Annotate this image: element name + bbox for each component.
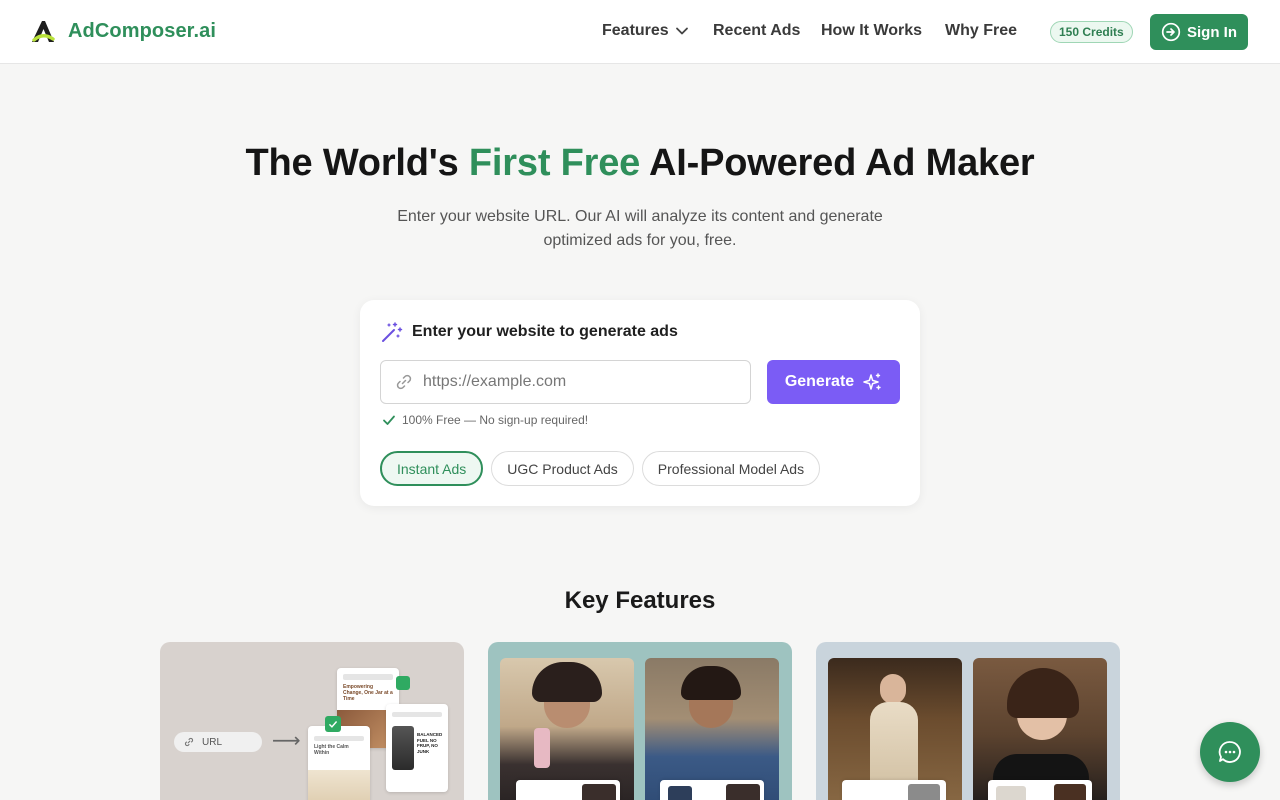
ugc-thumb-bar-1 (516, 780, 620, 800)
sparkles-icon (863, 373, 881, 390)
ad-preview-3: BALANCED FUEL NO FRUP, NO JUNK (386, 704, 448, 792)
ad-preview-2-photo (308, 770, 370, 800)
model-photo-gown (828, 658, 962, 800)
sign-in-label: Sign In (1187, 23, 1237, 41)
nav-why-free[interactable]: Why Free (945, 22, 1017, 40)
feature-card-instant-ads[interactable]: URL ⟶ Empowering Change, One Jar at a Ti… (160, 642, 464, 800)
nav-how-it-works[interactable]: How It Works (821, 22, 922, 40)
ad-preview-1-text: Empowering Change, One Jar at a Time (343, 684, 393, 702)
feature-card-ugc-product-ads[interactable] (488, 642, 792, 800)
thumb-photo (908, 784, 940, 800)
tab-ugc-product-ads[interactable]: UGC Product Ads (491, 451, 634, 486)
chevron-down-icon (675, 27, 688, 35)
ugc-photo-woman-denim (645, 658, 779, 800)
thumb-product (996, 786, 1026, 800)
nav-features-label: Features (602, 22, 669, 39)
ad-preview-3-bottle (392, 726, 414, 770)
thumb-product (668, 786, 692, 800)
chat-bubble-icon (1218, 741, 1241, 763)
logo-icon (32, 21, 55, 42)
nav-features[interactable]: Features (602, 22, 689, 40)
generate-label: Generate (784, 373, 855, 390)
hero-subtitle: Enter your website URL. Our AI will anal… (397, 208, 883, 249)
check-icon (328, 721, 338, 728)
model-thumb-bar-2 (988, 780, 1092, 800)
ad-preview-bar (314, 736, 364, 741)
model-thumb-bar-1 (842, 780, 946, 800)
person-hair (681, 666, 741, 700)
feature-card-professional-model-ads[interactable] (816, 642, 1120, 800)
ad-preview-2: Light the Calm Within (308, 726, 370, 800)
chat-button[interactable] (1200, 722, 1260, 782)
logo-text: AdComposer.ai (68, 19, 216, 42)
tab-instant-ads[interactable]: Instant Ads (380, 451, 484, 486)
thumb-photo (726, 784, 760, 800)
ad-mode-tabs: Instant Ads UGC Product Ads Professional… (380, 451, 821, 486)
ad-preview-2-text: Light the Calm Within (314, 744, 349, 756)
ugc-thumb-bar-2 (660, 780, 764, 800)
generator-card-title: Enter your website to generate ads (380, 320, 678, 344)
sign-in-icon (1161, 22, 1181, 42)
free-note: 100% Free — No sign-up required! (382, 413, 588, 427)
model-face (880, 674, 906, 704)
generator-title-text: Enter your website to generate ads (412, 323, 678, 340)
url-input[interactable] (423, 373, 723, 391)
generator-card: Enter your website to generate ads Gener… (360, 300, 920, 506)
product-bottle (534, 728, 550, 768)
arrow-right-icon: ⟶ (272, 730, 301, 752)
link-icon (396, 374, 412, 390)
person-hair (532, 662, 602, 702)
check-badge-icon (325, 716, 341, 732)
url-pill: URL (174, 732, 262, 752)
top-navbar: AdComposer.ai Features Recent Ads How It… (0, 0, 1280, 64)
check-icon (383, 415, 395, 425)
link-icon (184, 737, 194, 747)
free-note-text: 100% Free — No sign-up required! (402, 413, 589, 427)
thumb-photo (1054, 784, 1086, 800)
hero-title-start: The World's (245, 142, 469, 184)
generate-button[interactable]: Generate (767, 360, 900, 404)
nav-recent-ads[interactable]: Recent Ads (713, 22, 800, 40)
hero-title-end: AI-Powered Ad Maker (640, 142, 1035, 184)
ad-preview-bar (343, 674, 393, 680)
magic-wand-icon (382, 322, 403, 342)
credits-badge: 150 Credits (1050, 21, 1133, 43)
features-title: Key Features (564, 587, 716, 614)
url-input-wrapper[interactable] (380, 360, 751, 404)
ad-preview-bar (392, 712, 442, 717)
megaphone-icon (396, 676, 410, 690)
ugc-photo-woman-bottle (500, 658, 634, 800)
model-photo-blazer (973, 658, 1107, 800)
hero-title-accent: First Free (468, 142, 641, 184)
tab-professional-model-ads[interactable]: Professional Model Ads (641, 451, 821, 486)
thumb-photo (582, 784, 616, 800)
model-hair (1007, 668, 1079, 718)
sign-in-button[interactable]: Sign In (1150, 14, 1248, 50)
logo[interactable]: AdComposer.ai (30, 18, 216, 44)
url-pill-label: URL (202, 736, 223, 748)
hero-title: The World's First Free AI-Powered Ad Mak… (0, 142, 1280, 185)
ad-preview-3-text: BALANCED FUEL NO FRUP, NO JUNK (417, 732, 443, 754)
